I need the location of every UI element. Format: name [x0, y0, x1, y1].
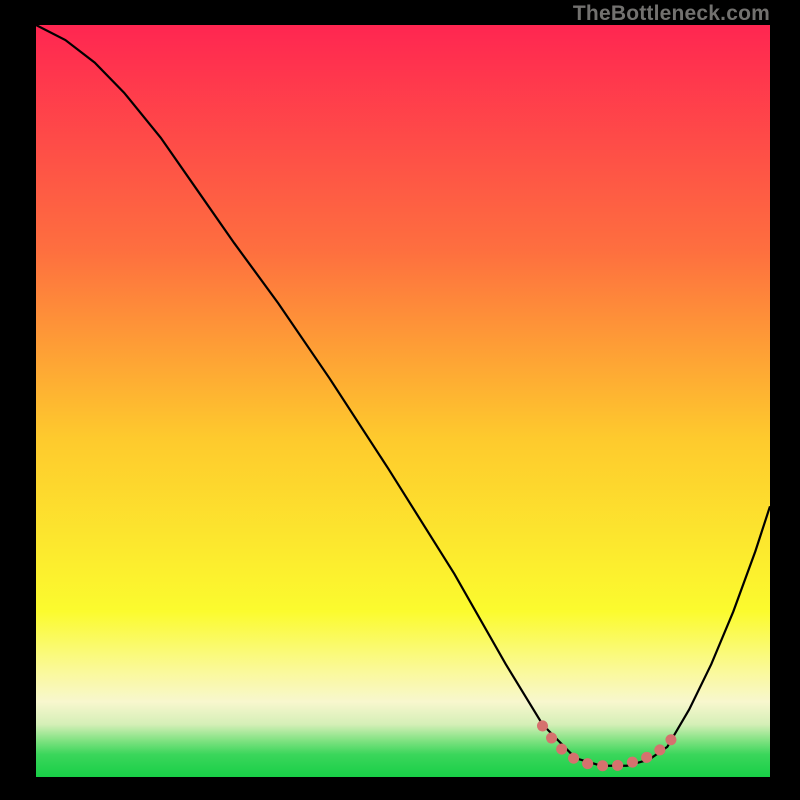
chart-background	[36, 25, 770, 777]
watermark-text: TheBottleneck.com	[573, 2, 770, 26]
chart-svg	[36, 25, 770, 777]
chart-plot-area	[36, 25, 770, 777]
chart-frame: TheBottleneck.com	[0, 0, 800, 800]
